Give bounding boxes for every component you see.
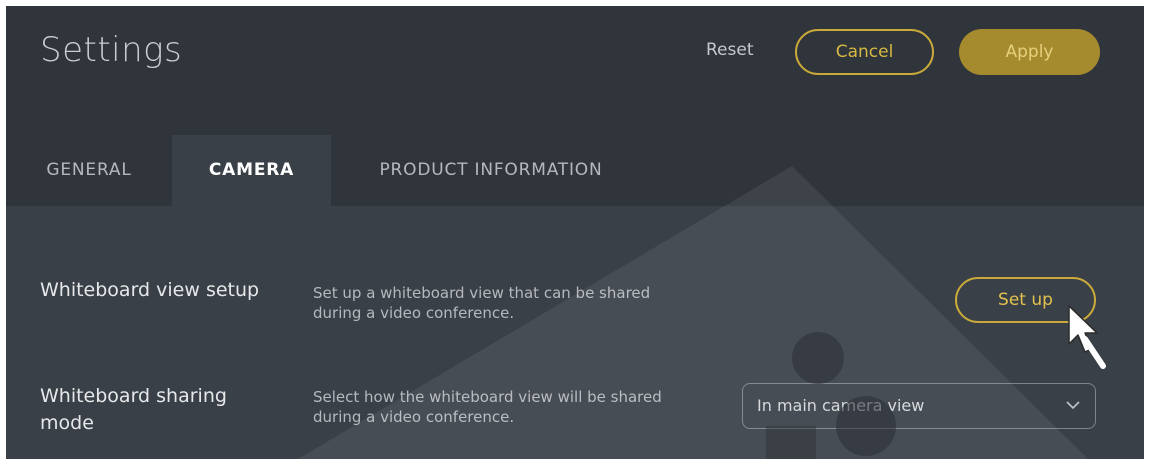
whiteboard-sharing-label: Whiteboard sharing mode (40, 385, 227, 434)
settings-header: Settings Reset Cancel Apply GENERAL CAME… (6, 6, 1144, 206)
cancel-button[interactable]: Cancel (795, 29, 934, 75)
apply-button[interactable]: Apply (959, 29, 1100, 75)
reset-button[interactable]: Reset (706, 40, 754, 60)
tab-camera[interactable]: CAMERA (172, 135, 331, 206)
mouse-pointer-icon (1068, 305, 1106, 369)
tab-product-information[interactable]: PRODUCT INFORMATION (341, 135, 641, 206)
settings-window: Settings Reset Cancel Apply GENERAL CAME… (6, 6, 1144, 459)
whiteboard-setup-description: Set up a whiteboard view that can be sha… (313, 284, 651, 322)
page-title: Settings (40, 30, 183, 70)
whiteboard-setup-label: Whiteboard view setup (40, 279, 260, 301)
whiteboard-sharing-description: Select how the whiteboard view will be s… (313, 388, 662, 426)
tab-bar: GENERAL CAMERA PRODUCT INFORMATION (6, 135, 706, 206)
sharing-mode-selected-value: In main camera view (757, 396, 925, 415)
tab-general[interactable]: GENERAL (6, 135, 172, 206)
sharing-mode-select[interactable]: In main camera view (742, 383, 1096, 429)
chevron-down-icon (1066, 401, 1080, 410)
